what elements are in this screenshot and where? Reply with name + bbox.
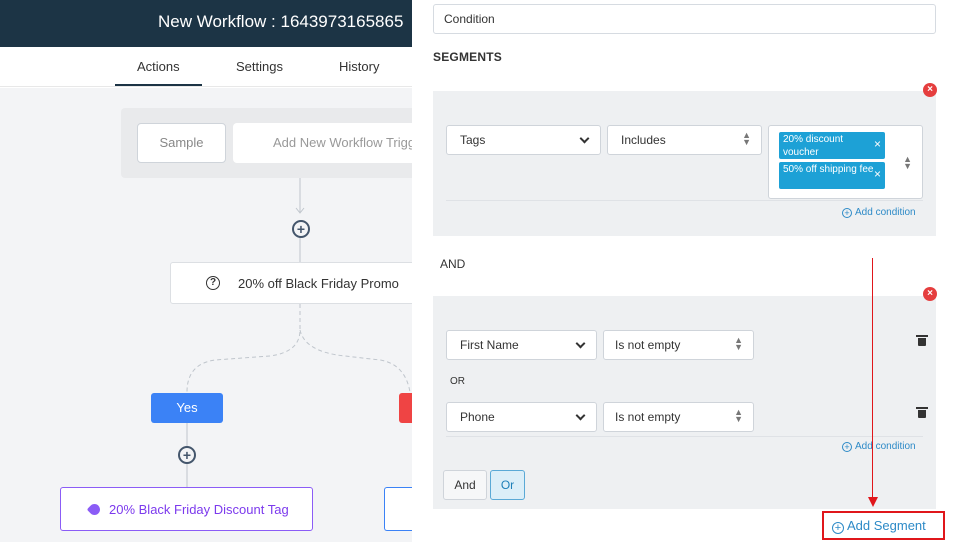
tag-node-label: 20% Black Friday Discount Tag: [109, 502, 289, 517]
chevron-down-icon: [575, 410, 586, 421]
sort-arrows-icon: ▲ ▼: [742, 130, 751, 147]
operator-select-value: Is not empty: [615, 338, 681, 352]
operator-select[interactable]: Is not empty ▲ ▼: [603, 330, 754, 360]
field-select[interactable]: First Name: [446, 330, 597, 360]
operator-select-value: Is not empty: [615, 410, 681, 424]
add-condition-label: Add condition: [855, 207, 916, 218]
add-step-plus-icon[interactable]: +: [292, 220, 310, 238]
field-select[interactable]: Tags: [446, 125, 601, 155]
operator-select[interactable]: Is not empty ▲ ▼: [603, 402, 754, 432]
field-select-value: Phone: [460, 410, 495, 424]
delete-segment-icon[interactable]: ×: [923, 287, 937, 301]
operator-select[interactable]: Includes ▲ ▼: [607, 125, 762, 155]
add-condition-link[interactable]: + Add condition: [842, 441, 916, 452]
condition-node-label: 20% off Black Friday Promo: [238, 276, 399, 291]
sort-arrows-icon: ▲ ▼: [734, 407, 743, 424]
remove-chip-icon[interactable]: ×: [874, 168, 881, 180]
trash-icon[interactable]: [916, 407, 928, 418]
trash-icon[interactable]: [916, 335, 928, 346]
plus-circle-icon: +: [842, 442, 852, 452]
chevron-down-icon: [579, 133, 590, 144]
remove-chip-icon[interactable]: ×: [874, 138, 881, 150]
or-button[interactable]: Or: [490, 470, 525, 500]
divider: [446, 436, 923, 437]
tag-chip-label: 20% discount voucher: [783, 134, 844, 158]
field-select-value: First Name: [460, 338, 519, 352]
add-condition-link[interactable]: + Add condition: [842, 207, 916, 218]
condition-name-input[interactable]: Condition: [433, 4, 936, 34]
plus-circle-icon: +: [842, 208, 852, 218]
add-segment-label: Add Segment: [847, 518, 926, 533]
plus-circle-icon: +: [832, 522, 844, 534]
divider: [446, 200, 923, 201]
add-trigger-button[interactable]: Add New Workflow Trigger: [233, 123, 423, 163]
yes-branch-button[interactable]: Yes: [151, 393, 223, 423]
question-circle-icon: ?: [206, 276, 220, 290]
operator-select-value: Includes: [621, 133, 666, 147]
tag-icon: [86, 501, 103, 518]
no-branch-action-node[interactable]: [384, 487, 414, 531]
field-select-value: Tags: [460, 133, 486, 147]
add-condition-label: Add condition: [855, 441, 916, 452]
field-select[interactable]: Phone: [446, 402, 597, 432]
delete-segment-icon[interactable]: ×: [923, 83, 937, 97]
add-segment-button[interactable]: + Add Segment: [822, 511, 945, 540]
sort-arrows-icon: ▲ ▼: [903, 154, 912, 171]
annotation-arrow-line: [872, 258, 873, 498]
tag-chip-label: 50% off shipping fee: [783, 164, 874, 175]
sort-arrows-icon: ▲ ▼: [734, 335, 743, 352]
or-separator: OR: [450, 376, 465, 387]
and-separator: AND: [440, 257, 466, 271]
chevron-down-icon: [575, 338, 586, 349]
sample-button[interactable]: Sample: [137, 123, 226, 163]
annotation-arrow-head: [868, 497, 878, 507]
tags-multiselect[interactable]: 20% discount voucher × 50% off shipping …: [768, 125, 923, 199]
segments-heading: SEGMENTS: [433, 50, 502, 64]
tag-chip: 50% off shipping fee ×: [779, 162, 885, 189]
tag-chip: 20% discount voucher ×: [779, 132, 885, 159]
and-button[interactable]: And: [443, 470, 487, 500]
tag-action-node[interactable]: 20% Black Friday Discount Tag: [60, 487, 313, 531]
condition-node[interactable]: ? 20% off Black Friday Promo: [170, 262, 420, 304]
add-step-plus-icon[interactable]: +: [178, 446, 196, 464]
